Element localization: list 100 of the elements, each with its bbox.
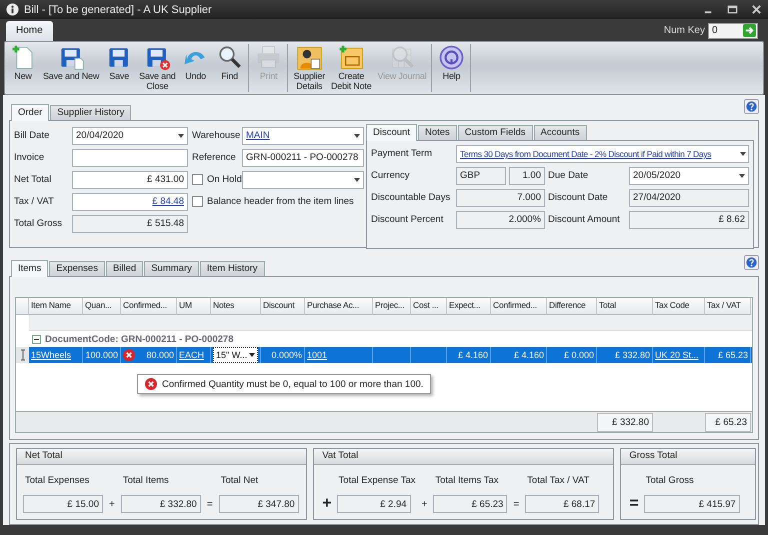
field-label: Invoice: [14, 152, 46, 164]
total-label: Total Tax / VAT: [526, 475, 590, 486]
operator-sign: =: [512, 498, 520, 512]
tab[interactable]: Order: [11, 104, 50, 122]
table-cell: £ 332.80: [597, 347, 653, 364]
notes-combo[interactable]: 15" W...: [213, 347, 258, 364]
tab[interactable]: Supplier History: [50, 105, 132, 120]
reference-field[interactable]: GRN-000211 - PO-000278: [242, 148, 364, 167]
total-field: £ 68.17: [525, 495, 600, 514]
ribbon-button[interactable]: New: [6, 44, 40, 92]
info-icon: [6, 3, 19, 16]
group-header: Net Total: [17, 449, 306, 466]
total-field: £ 2.94: [336, 495, 411, 514]
field-label: Currency: [371, 170, 411, 182]
error-icon: [145, 378, 157, 390]
amount-field: £ 8.62: [629, 210, 749, 229]
summary-cell: £ 65.23: [705, 412, 751, 432]
help-icon[interactable]: [744, 99, 759, 114]
field-label: Warehouse: [192, 130, 238, 142]
table-cell: £ 0.000: [547, 347, 597, 364]
amount-field: £ 515.48: [72, 214, 188, 233]
help-icon: [438, 44, 465, 71]
percent-field: 2.000%: [456, 210, 545, 229]
cell-link[interactable]: UK 20 St...: [655, 350, 699, 360]
field-label: Bill Date: [14, 130, 50, 142]
date-combo[interactable]: 20/05/2020: [629, 166, 749, 185]
tab[interactable]: Notes: [418, 125, 457, 140]
total-label: Total Net: [220, 475, 260, 486]
caret-icon: [178, 134, 184, 138]
go-arrow-icon[interactable]: [743, 24, 756, 38]
total-label: Total Gross: [644, 475, 695, 486]
group-header: Vat Total: [314, 449, 614, 466]
window-title: Bill - [To be generated] - A UK Supplier: [24, 4, 212, 16]
warehouse-combo[interactable]: MAIN: [242, 126, 364, 145]
tab[interactable]: Billed: [106, 261, 144, 276]
date-field: 27/04/2020: [629, 188, 749, 207]
table-cell: 80.000: [146, 350, 174, 360]
tab[interactable]: Item History: [200, 261, 265, 276]
close-icon[interactable]: [751, 4, 762, 16]
field-label: Payment Term: [371, 148, 434, 160]
field-label: Net Total: [14, 174, 52, 186]
ribbon-button[interactable]: Save and Close: [136, 44, 179, 92]
operator-sign: +: [321, 495, 333, 514]
maximize-icon[interactable]: [727, 4, 738, 16]
rate-field: 1.00: [509, 166, 545, 185]
total-label: Total Expense Tax: [338, 475, 416, 486]
ribbon-button[interactable]: Help: [434, 44, 468, 92]
caret-icon: [739, 174, 745, 178]
help-icon[interactable]: [744, 255, 759, 270]
caret-icon: [249, 353, 255, 358]
printer-icon: [255, 44, 282, 71]
total-label: Total Expenses: [24, 475, 90, 486]
ribbon-button[interactable]: Create Debit Note: [328, 44, 375, 92]
tab[interactable]: Accounts: [534, 125, 587, 140]
tab[interactable]: Summary: [144, 261, 199, 276]
table-cell: 0.000%: [261, 347, 305, 364]
num-key-label: Num Key: [664, 24, 705, 36]
summary-cell: £ 332.80: [597, 412, 653, 432]
total-field: £ 347.80: [218, 495, 299, 514]
field-label: Discount Amount: [548, 214, 621, 226]
caret-icon: [354, 178, 360, 182]
tab[interactable]: Items: [11, 260, 48, 278]
payment-term-combo[interactable]: Terms 30 Days from Document Date - 2% Discount if Paid within 7 Days: [456, 144, 749, 163]
ribbon-button[interactable]: Find: [212, 44, 247, 92]
group-label: DocumentCode: GRN-000211 - PO-000278: [45, 334, 234, 345]
balance-header-checkbox[interactable]: Balance header from the item lines: [192, 196, 364, 208]
field-label: Total Gross: [14, 218, 64, 230]
tab[interactable]: Discount: [366, 124, 417, 142]
field-label: Reference: [192, 152, 237, 164]
ribbon-button[interactable]: Save: [102, 44, 136, 92]
total-label: Total Items Tax: [434, 475, 500, 486]
cell-link[interactable]: 15Wheels: [31, 350, 72, 360]
ribbon-button[interactable]: Supplier Details: [290, 44, 328, 92]
field-label: Discount Date: [548, 192, 609, 204]
cell-link[interactable]: 1001: [307, 350, 328, 360]
cell-link[interactable]: EACH: [179, 350, 204, 360]
total-field: £ 332.80: [120, 495, 201, 514]
total-label: Total Items: [122, 475, 170, 486]
collapse-icon[interactable]: [32, 334, 41, 344]
caret-icon: [740, 152, 746, 156]
error-message: Confirmed Quantity must be 0, equal to 100 or more than 100.: [162, 378, 424, 390]
tab[interactable]: Expenses: [49, 261, 105, 276]
tab[interactable]: Custom Fields: [458, 125, 533, 140]
table-row[interactable]: 15Wheels 100.000 80.000 EACH 15" W... 0.000% 1001 £ 4.160 £ 4.160 £ 0.000 £ 332.80 UK 20 St... £ 65.23: [16, 347, 752, 364]
field-label: Discount Percent: [371, 214, 444, 226]
operator-sign: +: [108, 498, 116, 512]
total-field: £ 15.00: [23, 495, 103, 514]
ribbon-tab[interactable]: Home: [6, 20, 53, 41]
amount-field[interactable]: £ 431.00: [72, 170, 188, 189]
num-key-field[interactable]: 0: [708, 22, 758, 39]
ribbon-button[interactable]: Undo: [178, 44, 213, 92]
amount-field[interactable]: £ 84.48: [72, 192, 188, 211]
table-cell: £ 65.23: [705, 347, 751, 364]
operator-sign: +: [420, 498, 428, 512]
days-field: 7.000: [456, 188, 545, 207]
invoice-field[interactable]: [72, 148, 188, 167]
group-header: Gross Total: [621, 449, 755, 466]
table-cell: 100.000: [83, 347, 121, 364]
date-combo[interactable]: 20/04/2020: [72, 126, 188, 145]
ribbon-button[interactable]: Save and New: [40, 44, 102, 92]
